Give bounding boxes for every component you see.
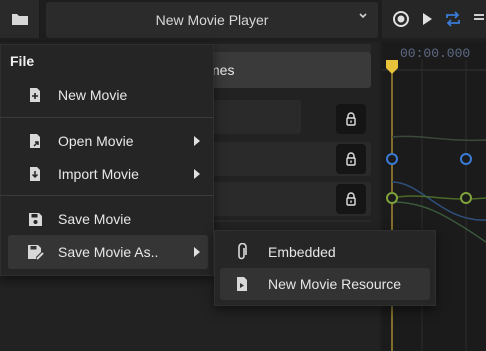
menu-item-label: Import Movie — [58, 166, 139, 182]
menu-item-open-movie[interactable]: Open Movie — [8, 124, 208, 158]
save-as-icon — [24, 244, 46, 260]
keyframe-dot — [386, 153, 398, 165]
save-icon — [24, 212, 46, 227]
menu-item-save-movie[interactable]: Save Movie — [8, 202, 208, 236]
keyframe-dot — [386, 192, 398, 204]
track-lock-button[interactable] — [336, 184, 366, 214]
play-icon[interactable] — [420, 11, 434, 27]
menu-item-save-movie-as[interactable]: Save Movie As.. — [8, 235, 208, 269]
menu-item-label: Save Movie As.. — [58, 244, 159, 260]
lock-icon — [346, 192, 356, 206]
submenu-item-new-movie-resource[interactable]: New Movie Resource — [220, 268, 430, 300]
import-file-icon — [24, 166, 46, 182]
movie-player-select[interactable]: New Movie Player — [46, 2, 378, 38]
more-icon[interactable] — [472, 11, 486, 27]
keyframe-dot — [460, 192, 472, 204]
playhead-marker — [386, 60, 398, 74]
submenu-item-label: Embedded — [268, 244, 336, 260]
menu-separator — [0, 195, 214, 196]
menu-item-label: Save Movie — [58, 211, 132, 227]
keyframe-dot — [460, 153, 472, 165]
menu-item-import-movie[interactable]: Import Movie — [8, 157, 208, 191]
file-menu-header: File — [10, 53, 35, 69]
movie-player-title: New Movie Player — [155, 12, 269, 28]
track-name-field[interactable] — [205, 100, 301, 134]
frames-strip — [205, 44, 371, 52]
open-file-icon — [24, 133, 46, 149]
submenu-arrow-icon — [194, 247, 200, 257]
submenu-item-embedded[interactable]: Embedded — [220, 236, 430, 268]
paperclip-icon — [232, 243, 252, 261]
track-lock-button[interactable] — [336, 144, 366, 174]
folder-icon — [11, 14, 28, 25]
submenu-arrow-icon — [194, 169, 200, 179]
menu-item-label: Open Movie — [58, 133, 134, 149]
menu-item-new-movie[interactable]: New Movie — [8, 78, 208, 112]
divider — [205, 220, 371, 222]
track-lock-button[interactable] — [336, 104, 366, 134]
frames-header: Frames — [187, 52, 371, 88]
submenu-arrow-icon — [194, 136, 200, 146]
resource-file-icon — [232, 276, 252, 292]
record-icon[interactable] — [392, 10, 410, 28]
lock-icon — [346, 152, 356, 166]
new-file-icon — [24, 87, 46, 103]
menu-item-label: New Movie — [58, 87, 128, 103]
submenu-item-label: New Movie Resource — [268, 276, 402, 292]
menu-separator — [0, 117, 214, 118]
loop-icon[interactable] — [444, 11, 462, 27]
folder-button[interactable] — [0, 0, 40, 38]
chevron-down-icon — [359, 13, 367, 19]
transport-controls — [382, 0, 486, 38]
lock-icon — [346, 112, 356, 126]
